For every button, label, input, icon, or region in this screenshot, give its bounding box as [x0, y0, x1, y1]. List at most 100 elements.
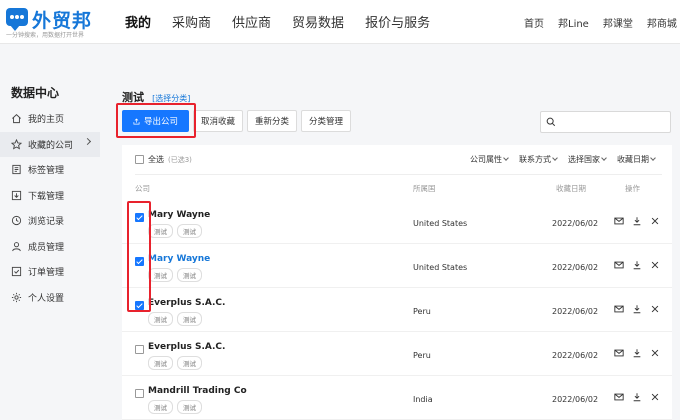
download-icon[interactable] [632, 392, 642, 402]
sidebar-item-label: 订单管理 [28, 268, 65, 279]
main-nav: 我的 采购商 供应商 贸易数据 报价与服务 [125, 12, 451, 31]
row-actions [614, 348, 660, 358]
select-all-checkbox[interactable] [135, 155, 144, 164]
download-icon[interactable] [632, 348, 642, 358]
top-bar: 外贸邦 一分钟搜索，用数据打开世界 我的 采购商 供应商 贸易数据 报价与服务 … [0, 0, 680, 44]
mail-icon[interactable] [614, 348, 624, 358]
sidebar-item-label: 成员管理 [28, 242, 65, 253]
table-row: Everplus S.A.C. 测试 测试 Peru 2022/06/02 [122, 288, 672, 332]
download-icon[interactable] [632, 304, 642, 314]
cancel-favorite-button[interactable]: 取消收藏 [193, 110, 244, 132]
company-name[interactable]: Mandrill Trading Co [148, 386, 247, 396]
sidebar-item-label: 我的主页 [28, 115, 65, 126]
close-icon[interactable] [650, 304, 660, 314]
select-all-label: 全选 [148, 155, 164, 164]
close-icon[interactable] [650, 260, 660, 270]
col-country: 所属国 [413, 184, 436, 193]
reclassify-button[interactable]: 重新分类 [247, 110, 298, 132]
category-manage-button[interactable]: 分类管理 [301, 110, 352, 132]
sidebar-item-label: 标签管理 [28, 166, 65, 177]
fav-date: 2022/06/02 [552, 351, 599, 360]
sidebar-item-members[interactable]: 成员管理 [0, 234, 100, 260]
sidebar: 数据中心 我的主页 收藏的公司 标签管理 下载管理 浏览记录 成员管理 订单管理… [0, 84, 100, 310]
filter-fav-date[interactable]: 收藏日期 [617, 154, 655, 165]
nav-quote-services[interactable]: 报价与服务 [365, 12, 430, 31]
nav-bangline[interactable]: 邦Line [558, 15, 589, 30]
tag-badge: 测试 [148, 312, 173, 326]
table-row: Mary Wayne 测试 测试 United States 2022/06/02 [122, 200, 672, 244]
tag-list: 测试 测试 [148, 312, 206, 326]
row-actions [614, 392, 660, 402]
brand-name: 外贸邦 [32, 10, 93, 32]
country: Peru [413, 351, 431, 360]
row-checkbox[interactable] [135, 389, 144, 398]
close-icon[interactable] [650, 392, 660, 402]
sidebar-item-tags[interactable]: 标签管理 [0, 157, 100, 183]
sidebar-title: 数据中心 [11, 86, 60, 100]
search-icon [546, 117, 556, 127]
mail-icon[interactable] [614, 260, 624, 270]
star-icon [11, 138, 22, 150]
filter-country[interactable]: 选择国家 [568, 154, 606, 165]
tag-badge: 测试 [177, 312, 202, 326]
sidebar-item-label: 个人设置 [28, 293, 65, 304]
select-category-link[interactable]: [选择分类] [152, 94, 190, 103]
row-checkbox[interactable] [135, 345, 144, 354]
mail-icon[interactable] [614, 304, 624, 314]
sidebar-item-home[interactable]: 我的主页 [0, 106, 100, 132]
search-input[interactable] [540, 111, 671, 133]
order-icon [11, 267, 22, 277]
divider [135, 174, 662, 175]
company-name[interactable]: Mary Wayne [148, 254, 210, 264]
sidebar-item-label: 下载管理 [28, 191, 65, 202]
download-icon[interactable] [632, 260, 642, 270]
table-row: Mary Wayne 测试 测试 United States 2022/06/02 [122, 244, 672, 288]
sidebar-item-label: 浏览记录 [28, 217, 65, 228]
tag-badge: 测试 [177, 224, 202, 238]
gear-icon [11, 292, 22, 302]
download-icon[interactable] [632, 216, 642, 226]
company-name[interactable]: Everplus S.A.C. [148, 298, 225, 308]
sidebar-item-favorites[interactable]: 收藏的公司 [0, 131, 100, 157]
tag-badge: 测试 [148, 268, 173, 282]
nav-suppliers[interactable]: 供应商 [232, 12, 271, 31]
mail-icon[interactable] [614, 392, 624, 402]
company-name[interactable]: Everplus S.A.C. [148, 342, 225, 352]
nav-home[interactable]: 首页 [524, 15, 544, 30]
sidebar-item-history[interactable]: 浏览记录 [0, 208, 100, 234]
tag-badge: 测试 [177, 400, 202, 414]
sidebar-item-label: 收藏的公司 [28, 140, 74, 151]
nav-mall[interactable]: 邦商城 [647, 15, 677, 30]
tag-list: 测试 测试 [148, 400, 206, 414]
tag-list: 测试 测试 [148, 356, 206, 370]
close-icon[interactable] [650, 348, 660, 358]
mail-icon[interactable] [614, 216, 624, 226]
sidebar-item-orders[interactable]: 订单管理 [0, 259, 100, 285]
filter-company-attribute[interactable]: 公司属性 [470, 154, 508, 165]
filters: 公司属性 联系方式 选择国家 收藏日期 [470, 154, 666, 165]
checkbox-highlight-box [127, 201, 151, 312]
close-icon[interactable] [650, 216, 660, 226]
tag-list: 测试 测试 [148, 224, 206, 238]
tag-badge: 测试 [148, 356, 173, 370]
fav-date: 2022/06/02 [552, 307, 599, 316]
country: India [413, 395, 433, 404]
country: Peru [413, 307, 431, 316]
favorites-list-panel: 全选 (已选3) 公司属性 联系方式 选择国家 收藏日期 公司 所属国 收藏日期… [122, 145, 672, 420]
home-icon [12, 114, 21, 124]
select-all[interactable]: 全选 (已选3) [135, 154, 192, 165]
nav-trade-data[interactable]: 贸易数据 [292, 12, 344, 31]
nav-mine[interactable]: 我的 [125, 12, 151, 31]
selected-count: (已选3) [168, 155, 192, 164]
nav-classroom[interactable]: 邦课堂 [603, 15, 633, 30]
nav-buyers[interactable]: 采购商 [172, 12, 211, 31]
sidebar-item-downloads[interactable]: 下载管理 [0, 183, 100, 209]
sidebar-item-settings[interactable]: 个人设置 [0, 285, 100, 311]
row-actions [614, 260, 660, 270]
logo[interactable]: 外贸邦 一分钟搜索，用数据打开世界 [6, 4, 101, 39]
tag-badge: 测试 [148, 400, 173, 414]
company-name[interactable]: Mary Wayne [148, 210, 210, 220]
tag-badge: 测试 [177, 268, 202, 282]
secondary-nav: 首页 邦Line 邦课堂 邦商城 移 [524, 15, 680, 30]
filter-contact[interactable]: 联系方式 [519, 154, 557, 165]
